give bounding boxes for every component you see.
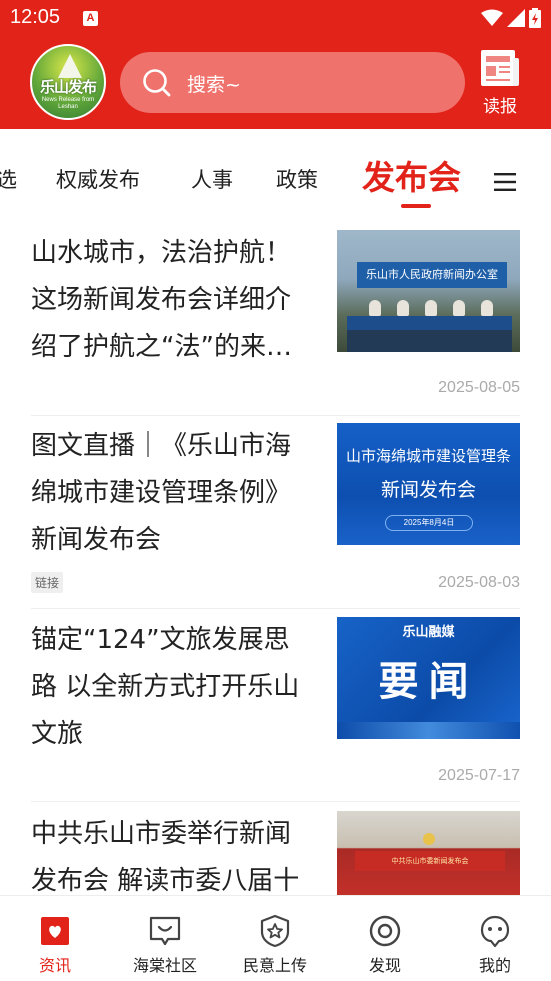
status-bar: 12:05 A xyxy=(0,0,551,36)
newspaper-icon xyxy=(481,50,519,86)
item-thumbnail: 山市海绵城市建设管理条 新闻发布会 2025年8月4日 xyxy=(337,423,520,545)
search-icon xyxy=(143,69,171,97)
active-tab-indicator xyxy=(401,204,431,208)
item-date: 2025-08-05 xyxy=(438,379,520,396)
list-item[interactable]: 图文直播｜《乐山市海绵城市建设管理条例》新闻发布会 山市海绵城市建设管理条 新闻… xyxy=(31,423,520,598)
category-tabs: 选 权威发布 人事 政策 发布会 xyxy=(0,129,551,215)
nav-upload-opinion[interactable]: 民意上传 xyxy=(220,896,330,981)
thumbnail-brand: 乐山融媒 xyxy=(402,625,455,640)
list-item[interactable]: 山水城市，法治护航！这场新闻发布会详细介绍了护航之“法”的来… 乐山市人民政府新… xyxy=(31,230,520,405)
news-feed: 山水城市，法治护航！这场新闻发布会详细介绍了护航之“法”的来… 乐山市人民政府新… xyxy=(0,215,551,895)
profile-icon xyxy=(480,915,510,948)
upload-opinion-icon xyxy=(260,914,290,948)
wifi-icon xyxy=(481,9,503,26)
app-logo[interactable]: 乐山发布 News Release from Leshan xyxy=(30,44,106,120)
item-thumbnail: 乐山融媒 要闻 xyxy=(337,617,520,739)
divider xyxy=(31,608,520,609)
item-thumbnail: 乐山市人民政府新闻办公室 xyxy=(337,230,520,352)
notification-icon: A xyxy=(83,11,98,26)
signal-icon xyxy=(507,9,525,27)
item-thumbnail: 中共乐山市委新闻发布会 xyxy=(337,811,520,895)
menu-icon[interactable] xyxy=(494,173,516,191)
thumbnail-banner: 中共乐山市委新闻发布会 xyxy=(355,851,505,871)
news-icon xyxy=(41,917,69,945)
logo-mountain-icon xyxy=(58,54,82,78)
status-time: 12:05 xyxy=(10,6,61,28)
tab-policy[interactable]: 政策 xyxy=(276,164,318,194)
app-header: 乐山发布 News Release from Leshan 搜索~ 读报 xyxy=(0,36,551,129)
search-placeholder: 搜索~ xyxy=(187,74,241,96)
tab-personnel[interactable]: 人事 xyxy=(191,164,233,194)
nav-profile[interactable]: 我的 xyxy=(440,896,550,981)
thumbnail-line1: 山市海绵城市建设管理条 xyxy=(345,447,511,465)
bottom-nav: 资讯 海棠社区 民意上传 发现 我的 xyxy=(0,895,551,981)
read-label: 读报 xyxy=(483,97,517,117)
search-bar[interactable]: 搜索~ xyxy=(120,52,465,113)
item-title: 锚定“124”文旅发展思路 以全新方式打开乐山文旅 xyxy=(31,625,300,749)
item-title: 图文直播｜《乐山市海绵城市建设管理条例》新闻发布会 xyxy=(31,431,292,555)
item-title: 山水城市，法治护航！这场新闻发布会详细介绍了护航之“法”的来… xyxy=(31,238,292,362)
thumbnail-headline: 要闻 xyxy=(378,659,479,705)
tab-authority[interactable]: 权威发布 xyxy=(56,164,140,194)
battery-icon xyxy=(529,8,541,28)
list-item[interactable]: 锚定“124”文旅发展思路 以全新方式打开乐山文旅 乐山融媒 要闻 2025-0… xyxy=(31,617,520,792)
party-emblem-icon xyxy=(423,833,435,845)
nav-news[interactable]: 资讯 xyxy=(0,896,110,981)
community-icon xyxy=(149,916,181,946)
item-date: 2025-07-17 xyxy=(438,767,520,784)
logo-subtitle: News Release from Leshan xyxy=(41,97,95,110)
status-icons xyxy=(481,8,541,28)
tab-press-conference[interactable]: 发布会 xyxy=(362,151,461,199)
divider xyxy=(31,415,520,416)
nav-discover[interactable]: 发现 xyxy=(330,896,440,981)
list-item[interactable]: 中共乐山市委举行新闻发布会 解读市委八届十 中共乐山市委新闻发布会 xyxy=(31,811,520,895)
discover-icon xyxy=(369,915,401,947)
item-date: 2025-08-03 xyxy=(438,574,520,591)
logo-title: 乐山发布 xyxy=(39,78,97,96)
item-title: 中共乐山市委举行新闻发布会 解读市委八届十 xyxy=(31,819,300,895)
nav-community[interactable]: 海棠社区 xyxy=(110,896,220,981)
tab-selected[interactable]: 选 xyxy=(0,164,17,194)
thumbnail-line2: 新闻发布会 xyxy=(380,479,476,501)
thumbnail-date: 2025年8月4日 xyxy=(385,515,473,531)
read-newspaper-button[interactable]: 读报 xyxy=(476,48,524,118)
thumbnail-banner: 乐山市人民政府新闻办公室 xyxy=(357,262,507,288)
link-badge: 链接 xyxy=(31,572,64,593)
divider xyxy=(31,801,520,802)
